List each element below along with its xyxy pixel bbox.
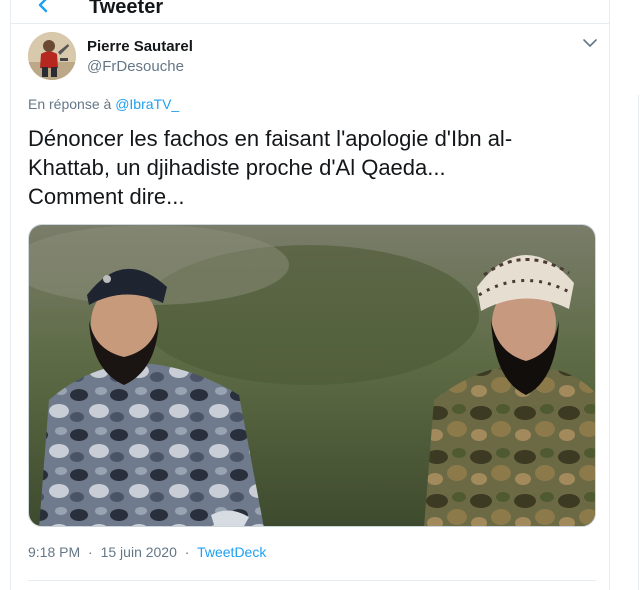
back-button[interactable] (33, 0, 55, 16)
more-options-button[interactable] (581, 36, 599, 50)
chevron-down-icon (583, 39, 597, 47)
tweet-column: Tweeter Pierre Sautarel @FrDesouche En r… (10, 0, 610, 590)
tweet-metadata: 9:18 PM · 15 juin 2020 · TweetDeck (28, 544, 266, 560)
avatar-image (28, 32, 76, 80)
tweet-photo[interactable] (28, 224, 596, 527)
tweet-date[interactable]: 15 juin 2020 (101, 544, 177, 560)
reply-handle-link[interactable]: @IbraTV_ (115, 96, 179, 112)
tweet-time[interactable]: 9:18 PM (28, 544, 80, 560)
header-bar: Tweeter (11, 0, 609, 24)
meta-separator: · (88, 544, 93, 560)
reply-prefix: En réponse à (28, 96, 112, 112)
tweet-text: Dénoncer les fachos en faisant l'apologi… (28, 126, 513, 209)
meta-separator: · (184, 544, 190, 560)
photo-image (29, 225, 595, 526)
divider (28, 580, 596, 581)
tweet-source-link[interactable]: TweetDeck (197, 544, 266, 560)
arrow-left-icon (38, 0, 48, 13)
author-name[interactable]: Pierre Sautarel (87, 38, 193, 55)
column-divider (638, 95, 639, 590)
author-handle[interactable]: @FrDesouche (87, 58, 184, 75)
page-title: Tweeter (89, 0, 164, 18)
avatar[interactable] (28, 32, 76, 80)
reply-context: En réponse à @IbraTV_ (28, 96, 179, 112)
